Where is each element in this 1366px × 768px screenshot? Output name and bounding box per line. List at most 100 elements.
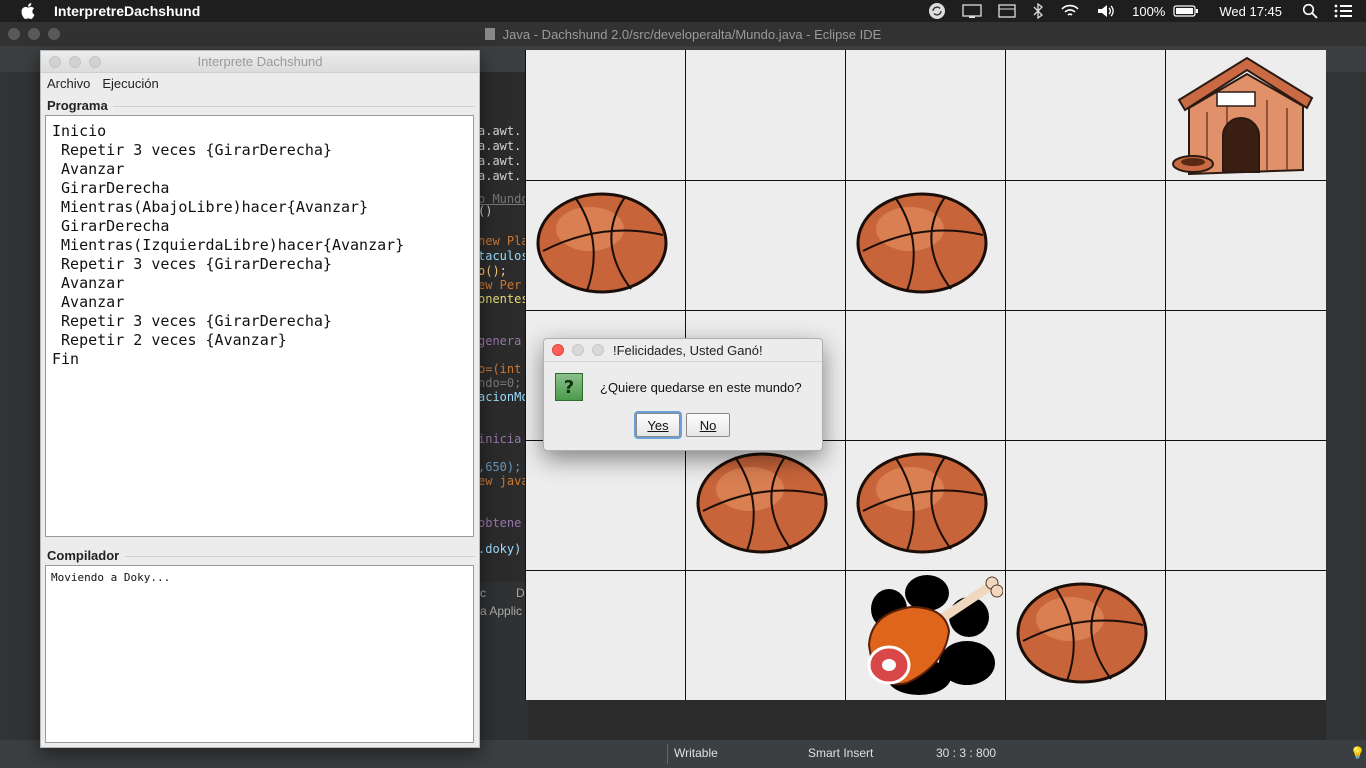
interpreter-window: Interprete Dachshund Archivo Ejecución P… <box>40 50 480 748</box>
yes-button[interactable]: Yes <box>636 413 680 437</box>
interpreter-close-button[interactable] <box>49 56 61 68</box>
program-line: Mientras(AbajoLibre)hacer{Avanzar} <box>52 198 369 216</box>
battery-percent[interactable]: 100% <box>1124 0 1173 22</box>
interpreter-menu-bar: Archivo Ejecución <box>41 73 479 93</box>
code-fragment: taculos <box>478 249 528 263</box>
dialog-title: !Felicidades, Usted Ganó! <box>613 343 763 358</box>
basketball-icon <box>856 192 988 294</box>
macos-menu-bar: InterpretreDachshund 100% Wed 17:45 <box>0 0 1366 22</box>
basketball-icon <box>856 452 988 554</box>
dialog-message: ¿Quiere quedarse en este mundo? <box>600 380 802 395</box>
program-line: GirarDerecha <box>52 179 170 197</box>
wifi-icon[interactable] <box>1052 0 1088 22</box>
code-fragment: ew Per <box>478 278 522 292</box>
eclipse-minimize-button[interactable] <box>28 28 40 40</box>
program-line: Fin <box>52 350 80 368</box>
program-line: Repetir 2 veces {Avanzar} <box>52 331 287 349</box>
eclipse-outline-panel[interactable] <box>1326 72 1366 746</box>
console-tab-fragment[interactable]: c <box>480 586 486 600</box>
code-fragment: genera <box>478 334 522 348</box>
grid-line <box>525 180 1326 181</box>
basketball-icon <box>536 192 668 294</box>
code-fragment: o=(int <box>478 362 522 376</box>
code-fragment: () <box>478 204 493 218</box>
divider <box>113 106 475 107</box>
program-line: Avanzar <box>52 274 125 292</box>
program-line: Avanzar <box>52 160 125 178</box>
grid-line <box>1005 50 1006 700</box>
eclipse-code-editor[interactable]: a.awt. a.awt. a.awt. a.awt. o Mundo () n… <box>478 72 528 632</box>
code-fragment: a.awt. <box>478 139 522 153</box>
basketball-icon <box>1016 582 1148 684</box>
screen-share-icon[interactable] <box>954 0 990 22</box>
interpreter-zoom-button[interactable] <box>89 56 101 68</box>
interpreter-minimize-button[interactable] <box>69 56 81 68</box>
calendar-icon[interactable] <box>990 0 1024 22</box>
interpreter-title: Interprete Dachshund <box>197 54 323 69</box>
grid-line <box>845 50 846 700</box>
compiler-section-label: Compilador <box>47 548 124 563</box>
console-tab-fragment[interactable]: D <box>516 586 525 600</box>
grid-line <box>525 310 1326 311</box>
status-cursor-position: 30 : 3 : 800 <box>936 746 997 760</box>
eclipse-title-bar: Java - Dachshund 2.0/src/developeralta/M… <box>0 22 1366 46</box>
code-fragment: acionMo <box>478 390 528 404</box>
code-fragment: onentes <box>478 292 528 306</box>
code-fragment: a.awt. <box>478 169 522 183</box>
code-fragment: ndo=0; <box>478 376 522 390</box>
program-editor[interactable]: Inicio Repetir 3 veces {GirarDerecha} Av… <box>45 115 474 537</box>
no-button[interactable]: No <box>686 413 730 437</box>
status-insert-mode: Smart Insert <box>808 746 874 760</box>
volume-icon[interactable] <box>1088 0 1124 22</box>
document-icon <box>484 28 495 40</box>
code-fragment: ew java <box>478 474 528 488</box>
question-icon: ? <box>555 373 583 401</box>
program-section-label: Programa <box>47 98 112 113</box>
app-name[interactable]: InterpretreDachshund <box>54 3 200 19</box>
eclipse-zoom-button[interactable] <box>48 28 60 40</box>
code-fragment: new Pla <box>478 234 528 248</box>
eclipse-title: Java - Dachshund 2.0/src/developeralta/M… <box>502 26 882 42</box>
battery-icon[interactable] <box>1173 0 1207 22</box>
menu-ejecucion[interactable]: Ejecución <box>102 76 158 91</box>
dialog-close-button[interactable] <box>552 344 564 356</box>
code-fragment: a.awt. <box>478 124 522 138</box>
tip-icon[interactable]: 💡 <box>1350 746 1365 760</box>
status-separator <box>667 744 668 764</box>
compiler-output[interactable]: Moviendo a Doky... <box>45 565 474 743</box>
code-fragment: inicia <box>478 432 522 446</box>
program-line: Avanzar <box>52 293 125 311</box>
code-fragment: a.awt. <box>478 154 522 168</box>
basketball-icon <box>696 452 828 554</box>
win-dialog: !Felicidades, Usted Ganó! ? ¿Quiere qued… <box>543 338 823 451</box>
status-writable: Writable <box>674 746 718 760</box>
eclipse-close-button[interactable] <box>8 28 20 40</box>
dialog-minimize-button[interactable] <box>572 344 584 356</box>
sync-icon[interactable] <box>920 0 954 22</box>
doghouse-icon <box>1172 56 1314 176</box>
dialog-zoom-button[interactable] <box>592 344 604 356</box>
code-fragment: obtene <box>478 516 522 530</box>
code-fragment: o(); <box>478 264 507 278</box>
program-line: Repetir 3 veces {GirarDerecha} <box>52 255 332 273</box>
code-fragment: ,650); <box>478 460 522 474</box>
notification-center-icon[interactable] <box>1326 0 1366 22</box>
spotlight-icon[interactable] <box>1294 0 1326 22</box>
menu-archivo[interactable]: Archivo <box>47 76 90 91</box>
code-fragment: .doky) <box>478 542 522 556</box>
program-line: Inicio <box>52 122 107 140</box>
eclipse-console-panel[interactable]: c D a Applic <box>478 582 528 746</box>
program-line: GirarDerecha <box>52 217 170 235</box>
grid-line <box>1165 50 1166 700</box>
bluetooth-icon[interactable] <box>1024 0 1052 22</box>
grid-line <box>525 570 1326 571</box>
dialog-title-bar: !Felicidades, Usted Ganó! <box>544 339 822 362</box>
program-line: Repetir 3 veces {GirarDerecha} <box>52 141 332 159</box>
eclipse-package-explorer[interactable] <box>0 72 42 746</box>
apple-icon[interactable] <box>20 3 36 19</box>
meat-icon <box>867 575 1003 695</box>
console-text-fragment: a Applic <box>480 604 523 618</box>
program-line: Repetir 3 veces {GirarDerecha} <box>52 312 332 330</box>
clock[interactable]: Wed 17:45 <box>1207 0 1294 22</box>
divider <box>125 556 475 557</box>
